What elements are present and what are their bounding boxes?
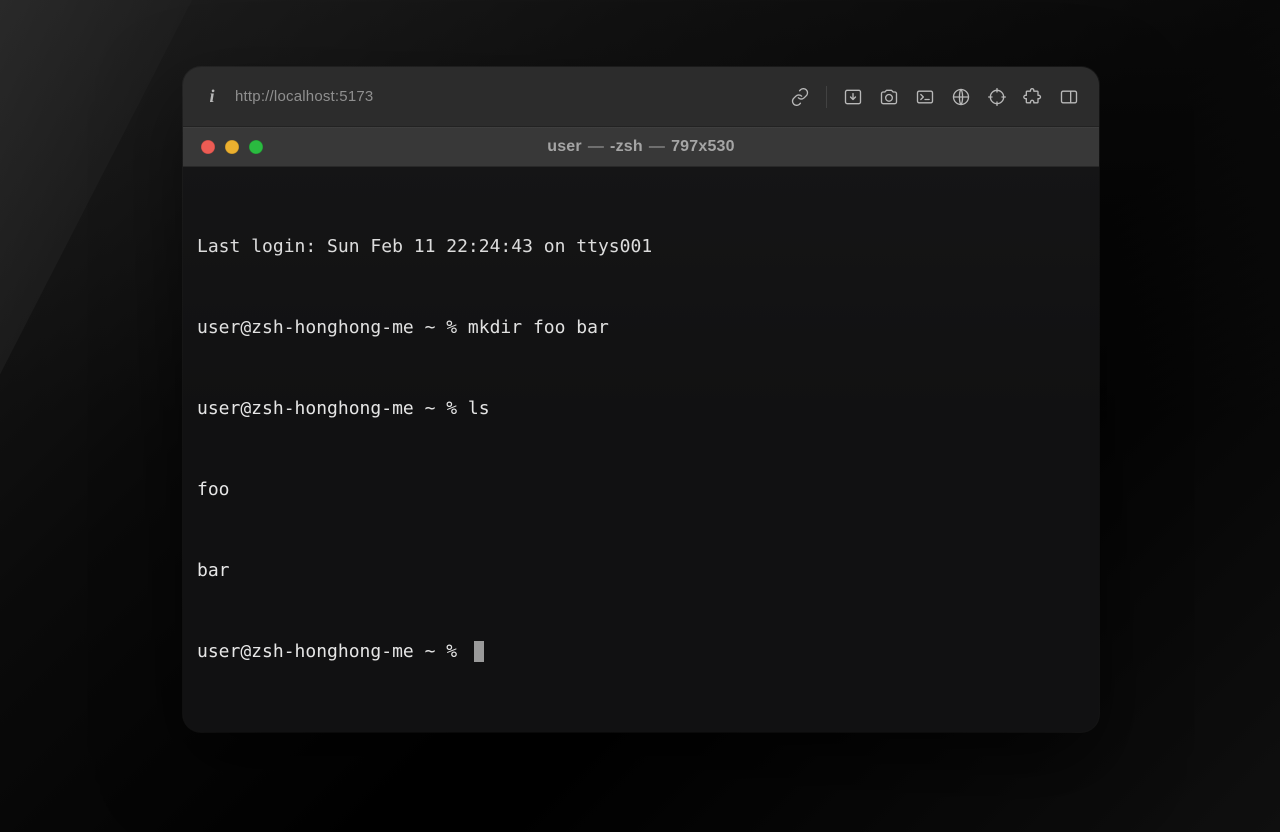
link-icon[interactable]	[790, 87, 810, 107]
terminal-line: foo	[197, 476, 1085, 503]
terminal-prompt: user@zsh-honghong-me ~ %	[197, 638, 468, 665]
sidebar-toggle-icon[interactable]	[1059, 87, 1079, 107]
terminal-cursor	[474, 641, 484, 662]
terminal-line: user@zsh-honghong-me ~ % ls	[197, 395, 1085, 422]
terminal-prompt-line[interactable]: user@zsh-honghong-me ~ %	[197, 638, 1085, 665]
close-button[interactable]	[201, 140, 215, 154]
title-dims: 797x530	[671, 138, 735, 155]
terminal-icon[interactable]	[915, 87, 935, 107]
app-window: i http://localhost:5173	[183, 67, 1099, 732]
terminal-line: bar	[197, 557, 1085, 584]
terminal-line: user@zsh-honghong-me ~ % mkdir foo bar	[197, 314, 1085, 341]
extension-icon[interactable]	[1023, 87, 1043, 107]
zoom-button[interactable]	[249, 140, 263, 154]
window-controls	[201, 140, 263, 154]
terminal-titlebar[interactable]: user—-zsh—797x530	[183, 127, 1099, 167]
download-icon[interactable]	[843, 87, 863, 107]
camera-icon[interactable]	[879, 87, 899, 107]
toolbar-divider	[826, 86, 827, 108]
globe-icon[interactable]	[951, 87, 971, 107]
terminal-viewport[interactable]: Last login: Sun Feb 11 22:24:43 on ttys0…	[183, 167, 1099, 732]
url-display[interactable]: http://localhost:5173	[235, 88, 373, 105]
terminal-title: user—-zsh—797x530	[183, 138, 1099, 156]
browser-toolbar: i http://localhost:5173	[183, 67, 1099, 127]
terminal-line: Last login: Sun Feb 11 22:24:43 on ttys0…	[197, 233, 1085, 260]
title-shell: -zsh	[610, 138, 643, 155]
info-icon[interactable]: i	[203, 86, 221, 107]
crosshair-icon[interactable]	[987, 87, 1007, 107]
minimize-button[interactable]	[225, 140, 239, 154]
title-user: user	[547, 138, 582, 155]
